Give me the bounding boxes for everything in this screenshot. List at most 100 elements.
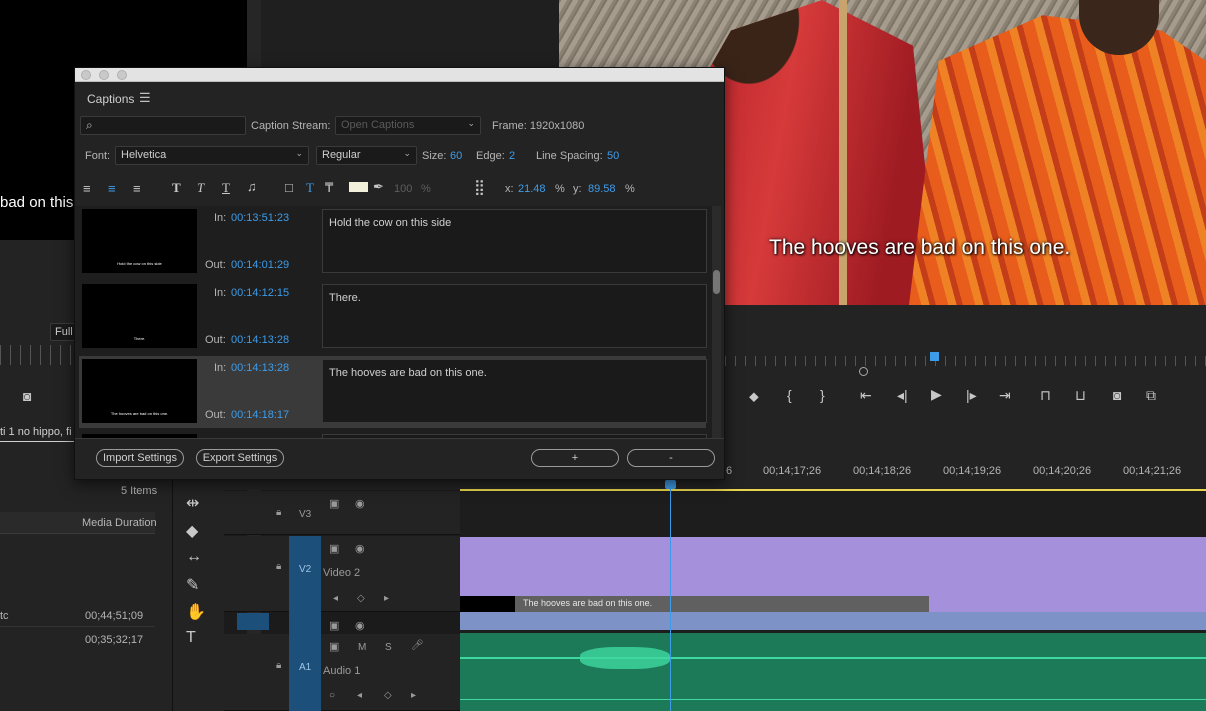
mic-icon[interactable]: 🎤︎ xyxy=(411,640,424,651)
italic-icon[interactable]: T xyxy=(197,180,204,196)
y-value[interactable]: 89.58 xyxy=(588,183,616,195)
compare-view-icon[interactable]: ⧉ xyxy=(1146,387,1156,404)
source-camera-icon[interactable]: ◙ xyxy=(23,388,31,404)
opacity-value[interactable]: 100 xyxy=(394,183,412,195)
color-swatch[interactable] xyxy=(349,182,368,192)
caption-text-field[interactable]: Hold the cow on this side xyxy=(322,209,707,273)
caption-row[interactable] xyxy=(79,431,707,438)
caption-list-scrollbar[interactable] xyxy=(712,206,721,438)
timeline-playhead[interactable] xyxy=(670,484,671,711)
step-forward-icon[interactable]: |▸ xyxy=(966,387,977,404)
lock-icon[interactable]: 🔒︎ xyxy=(276,561,281,572)
align-center-icon[interactable]: ≡ xyxy=(108,181,116,196)
tab-captions[interactable]: Captions xyxy=(87,92,134,106)
line-spacing-value[interactable]: 50 xyxy=(607,150,619,162)
source-scrub-ruler[interactable] xyxy=(0,345,74,365)
caption-clip-black[interactable] xyxy=(460,596,515,612)
close-icon[interactable] xyxy=(81,70,91,80)
track-label-v3[interactable]: V3 xyxy=(299,509,311,520)
x-value[interactable]: 21.48 xyxy=(518,183,546,195)
zoom-handle[interactable] xyxy=(859,367,868,376)
zoom-icon[interactable] xyxy=(117,70,127,80)
pen-icon[interactable]: ✎ xyxy=(186,575,199,595)
lock-icon[interactable]: 🔒︎ xyxy=(276,507,281,518)
go-to-out-icon[interactable]: ⇥ xyxy=(999,387,1011,404)
add-keyframe-icon[interactable]: ◇ xyxy=(357,593,365,604)
track-label-a1[interactable]: A1 xyxy=(299,662,311,673)
step-back-icon[interactable]: ◂| xyxy=(897,387,908,404)
slip-icon[interactable]: ↔ xyxy=(186,548,202,566)
extract-icon[interactable]: ⊔ xyxy=(1075,387,1086,404)
solo-button[interactable]: S xyxy=(385,642,392,653)
caption-search-input[interactable]: ⌕ xyxy=(80,116,246,135)
font-style-select[interactable]: Regular ⌄ xyxy=(316,146,417,165)
export-settings-button[interactable]: Export Settings xyxy=(196,449,284,467)
hand-icon[interactable]: ✋ xyxy=(186,602,206,622)
film-icon[interactable]: ▣ xyxy=(329,497,339,510)
caption-text-field[interactable]: There. xyxy=(322,284,707,348)
add-keyframe-icon[interactable]: ◇ xyxy=(384,690,392,701)
go-to-in-icon[interactable]: ⇤ xyxy=(860,387,872,404)
bold-icon[interactable]: T xyxy=(172,180,181,196)
in-timecode[interactable]: 00:13:51:23 xyxy=(231,212,289,224)
caption-stream-select[interactable]: Open Captions ⌄ xyxy=(335,116,481,135)
eyedropper-icon[interactable]: ✒ xyxy=(373,179,384,195)
mic-film-icon[interactable]: ▣ xyxy=(329,640,339,653)
mute-button[interactable]: M xyxy=(358,642,366,653)
caption-text-field[interactable]: The hooves are bad on this one. xyxy=(322,359,707,423)
font-select[interactable]: Helvetica ⌄ xyxy=(115,146,309,165)
minimize-icon[interactable] xyxy=(99,70,109,80)
prev-keyframe-icon[interactable]: ◂ xyxy=(333,593,338,604)
import-settings-button[interactable]: Import Settings xyxy=(96,449,184,467)
caption-row[interactable]: Hold the cow on this side In: 00:13:51:2… xyxy=(79,206,707,278)
track-select-icon[interactable]: ⇹ xyxy=(186,493,199,513)
background-box-icon[interactable]: □ xyxy=(285,180,293,195)
remove-caption-button[interactable]: - xyxy=(627,449,715,467)
mark-in-icon[interactable]: { xyxy=(787,387,792,403)
prev-keyframe-icon[interactable]: ◂ xyxy=(357,690,362,701)
eye-icon[interactable]: ◉ xyxy=(355,619,365,632)
music-note-icon[interactable]: ♫ xyxy=(247,179,257,194)
sequence-tab[interactable]: ti 1 no hippo, fi xyxy=(0,426,74,442)
out-timecode[interactable]: 00:14:18:17 xyxy=(231,409,289,421)
position-grid-icon[interactable]: ⣿ xyxy=(474,178,485,196)
razor-icon[interactable]: ◆ xyxy=(186,521,198,541)
align-right-icon[interactable]: ≡ xyxy=(133,181,141,196)
eye-icon[interactable]: ◉ xyxy=(355,497,365,510)
dialog-titlebar[interactable] xyxy=(75,68,724,82)
out-timecode[interactable]: 00:14:13:28 xyxy=(231,334,289,346)
lift-icon[interactable]: ⊓ xyxy=(1040,387,1051,404)
program-scrub-ruler[interactable] xyxy=(725,356,1206,366)
size-value[interactable]: 60 xyxy=(450,150,462,162)
volume-icon[interactable]: ○ xyxy=(329,690,335,701)
source-patch-v1[interactable] xyxy=(237,613,269,630)
out-timecode[interactable]: 00:14:01:29 xyxy=(231,259,289,271)
eye-icon[interactable]: ◉ xyxy=(355,542,365,555)
track-label-v2[interactable]: V2 xyxy=(299,564,311,575)
audio1-clip[interactable] xyxy=(460,633,1206,711)
in-timecode[interactable]: 00:14:12:15 xyxy=(231,287,289,299)
track-target-v2[interactable] xyxy=(289,536,321,634)
align-left-icon[interactable]: ≡ xyxy=(83,181,91,196)
lock-icon[interactable]: 🔒︎ xyxy=(276,660,281,671)
caption-row[interactable]: There. In: 00:14:12:15 Out: 00:14:13:28 … xyxy=(79,281,707,353)
program-playhead[interactable] xyxy=(930,352,939,361)
mark-out-icon[interactable]: } xyxy=(820,387,825,403)
panel-menu-icon[interactable]: ☰ xyxy=(139,90,151,106)
marker-icon[interactable]: ⬥ xyxy=(749,388,759,405)
next-keyframe-icon[interactable]: ▸ xyxy=(384,593,389,604)
next-keyframe-icon[interactable]: ▸ xyxy=(411,690,416,701)
underline-icon[interactable]: T xyxy=(222,180,230,196)
scrollbar-thumb[interactable] xyxy=(713,270,720,294)
add-caption-button[interactable]: + xyxy=(531,449,619,467)
in-timecode[interactable]: 00:14:13:28 xyxy=(231,362,289,374)
export-frame-icon[interactable]: ◙ xyxy=(1113,387,1121,403)
text-color-icon[interactable]: T xyxy=(306,180,314,196)
film-icon[interactable]: ▣ xyxy=(329,619,339,632)
edge-value[interactable]: 2 xyxy=(509,150,515,162)
play-icon[interactable]: ▶ xyxy=(931,386,942,403)
caption-row-selected[interactable]: The hooves are bad on this one. In: 00:1… xyxy=(79,356,707,428)
media-duration-header[interactable]: Media Duration xyxy=(82,517,157,529)
video1-clip[interactable] xyxy=(460,612,1206,630)
text-edge-icon[interactable]: ₸ xyxy=(325,180,333,196)
